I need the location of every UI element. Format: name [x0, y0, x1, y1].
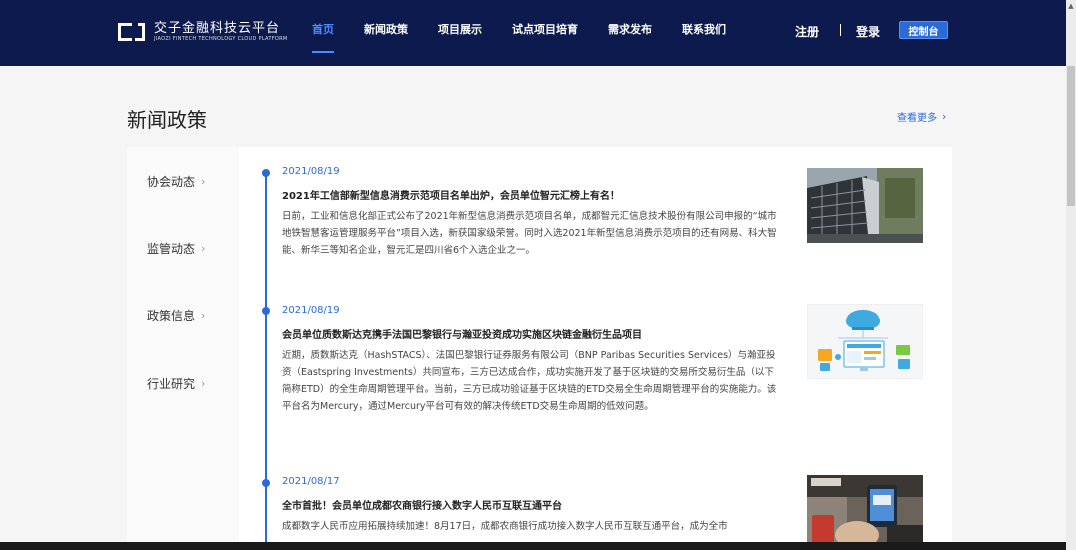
news-date: 2021/08/19	[282, 166, 340, 177]
news-title[interactable]: 会员单位质数斯达克携手法国巴黎银行与瀚亚投资成功实施区块链金融衍生品项目	[282, 329, 777, 343]
chevron-right-icon: ›	[942, 110, 947, 123]
news-date: 2021/08/17	[282, 476, 340, 487]
timeline-dot	[262, 307, 270, 315]
sidebar-item-label: 政策信息	[147, 309, 196, 323]
chevron-right-icon: ›	[201, 309, 206, 322]
timeline-dot	[262, 479, 270, 487]
header-divider	[840, 24, 841, 36]
view-more-label: 查看更多	[897, 113, 937, 124]
chevron-right-icon: ›	[201, 242, 206, 255]
news-item: 2021/08/17 全市首批！会员单位成都农商银行接入数字人民币互联互通平台 …	[282, 476, 777, 535]
nav-contact-us[interactable]: 联系我们	[682, 0, 726, 66]
sidebar-item-policy-info[interactable]: 政策信息 ›	[147, 307, 205, 324]
site-logo[interactable]: 交子金融科技云平台 JIAOZI FINTECH TECHNOLOGY CLOU…	[118, 20, 288, 44]
console-button[interactable]: 控制台	[899, 21, 948, 39]
register-link[interactable]: 注册	[795, 23, 819, 40]
main-nav: 首页 新闻政策 项目展示 试点项目培育 需求发布 联系我们	[312, 0, 754, 66]
news-thumbnail-building[interactable]	[807, 168, 923, 243]
news-card: 协会动态 › 监管动态 › 政策信息 › 行业研究 › 2021/08/19 2…	[127, 147, 952, 550]
view-more-link[interactable]: 查看更多 ›	[897, 109, 946, 124]
payment-scene-image	[807, 475, 923, 550]
timeline-line	[265, 172, 267, 550]
page-scrollbar[interactable]: ▲	[1066, 0, 1076, 550]
nav-home[interactable]: 首页	[312, 0, 334, 66]
sidebar-item-industry-research[interactable]: 行业研究 ›	[147, 375, 205, 392]
news-summary: 近期，质数斯达克（HashSTACS）、法国巴黎银行证券服务有限公司（BNP P…	[282, 350, 777, 412]
nav-demand-release[interactable]: 需求发布	[608, 0, 652, 66]
news-summary: 成都数字人民币应用拓展持续加速！8月17日，成都农商银行成功接入数字人民币互联互…	[282, 521, 728, 532]
scroll-thumb[interactable]	[1067, 66, 1075, 206]
chevron-right-icon: ›	[201, 175, 206, 188]
news-summary: 日前，工业和信息化部正式公布了2021年新型信息消费示范项目名单，成都智元汇信息…	[282, 211, 777, 256]
news-thumbnail-payment[interactable]	[807, 475, 923, 550]
building-image	[807, 168, 923, 243]
bottom-edge	[0, 542, 1066, 550]
section-title: 新闻政策	[127, 108, 207, 132]
news-title[interactable]: 2021年工信部新型信息消费示范项目名单出炉，会员单位智元汇榜上有名！	[282, 190, 777, 204]
chevron-right-icon: ›	[201, 377, 206, 390]
scroll-up-icon[interactable]: ▲	[1067, 2, 1075, 10]
news-thumbnail-cloud[interactable]	[807, 304, 923, 379]
news-title[interactable]: 全市首批！会员单位成都农商银行接入数字人民币互联互通平台	[282, 500, 777, 514]
sidebar-item-label: 监管动态	[147, 242, 196, 256]
news-item: 2021/08/19 会员单位质数斯达克携手法国巴黎银行与瀚亚投资成功实施区块链…	[282, 305, 777, 415]
timeline-dot	[262, 169, 270, 177]
cloud-platform-image	[808, 305, 922, 378]
logo-title: 交子金融科技云平台	[154, 20, 281, 36]
nav-pilot-projects[interactable]: 试点项目培育	[512, 0, 578, 66]
nav-projects[interactable]: 项目展示	[438, 0, 482, 66]
sidebar-item-label: 协会动态	[147, 175, 196, 189]
top-header: 交子金融科技云平台 JIAOZI FINTECH TECHNOLOGY CLOU…	[0, 0, 1066, 66]
sidebar-item-regulatory-news[interactable]: 监管动态 ›	[147, 240, 205, 257]
sidebar-item-association-news[interactable]: 协会动态 ›	[147, 173, 205, 190]
category-sidebar: 协会动态 › 监管动态 › 政策信息 › 行业研究 ›	[127, 147, 239, 550]
sidebar-item-label: 行业研究	[147, 377, 196, 391]
nav-news-policy[interactable]: 新闻政策	[364, 0, 408, 66]
login-link[interactable]: 登录	[856, 23, 880, 40]
news-date: 2021/08/19	[282, 305, 340, 316]
logo-mark-icon	[118, 22, 146, 42]
news-item: 2021/08/19 2021年工信部新型信息消费示范项目名单出炉，会员单位智元…	[282, 166, 777, 259]
logo-subtitle: JIAOZI FINTECH TECHNOLOGY CLOUD PLATFORM	[154, 35, 288, 42]
